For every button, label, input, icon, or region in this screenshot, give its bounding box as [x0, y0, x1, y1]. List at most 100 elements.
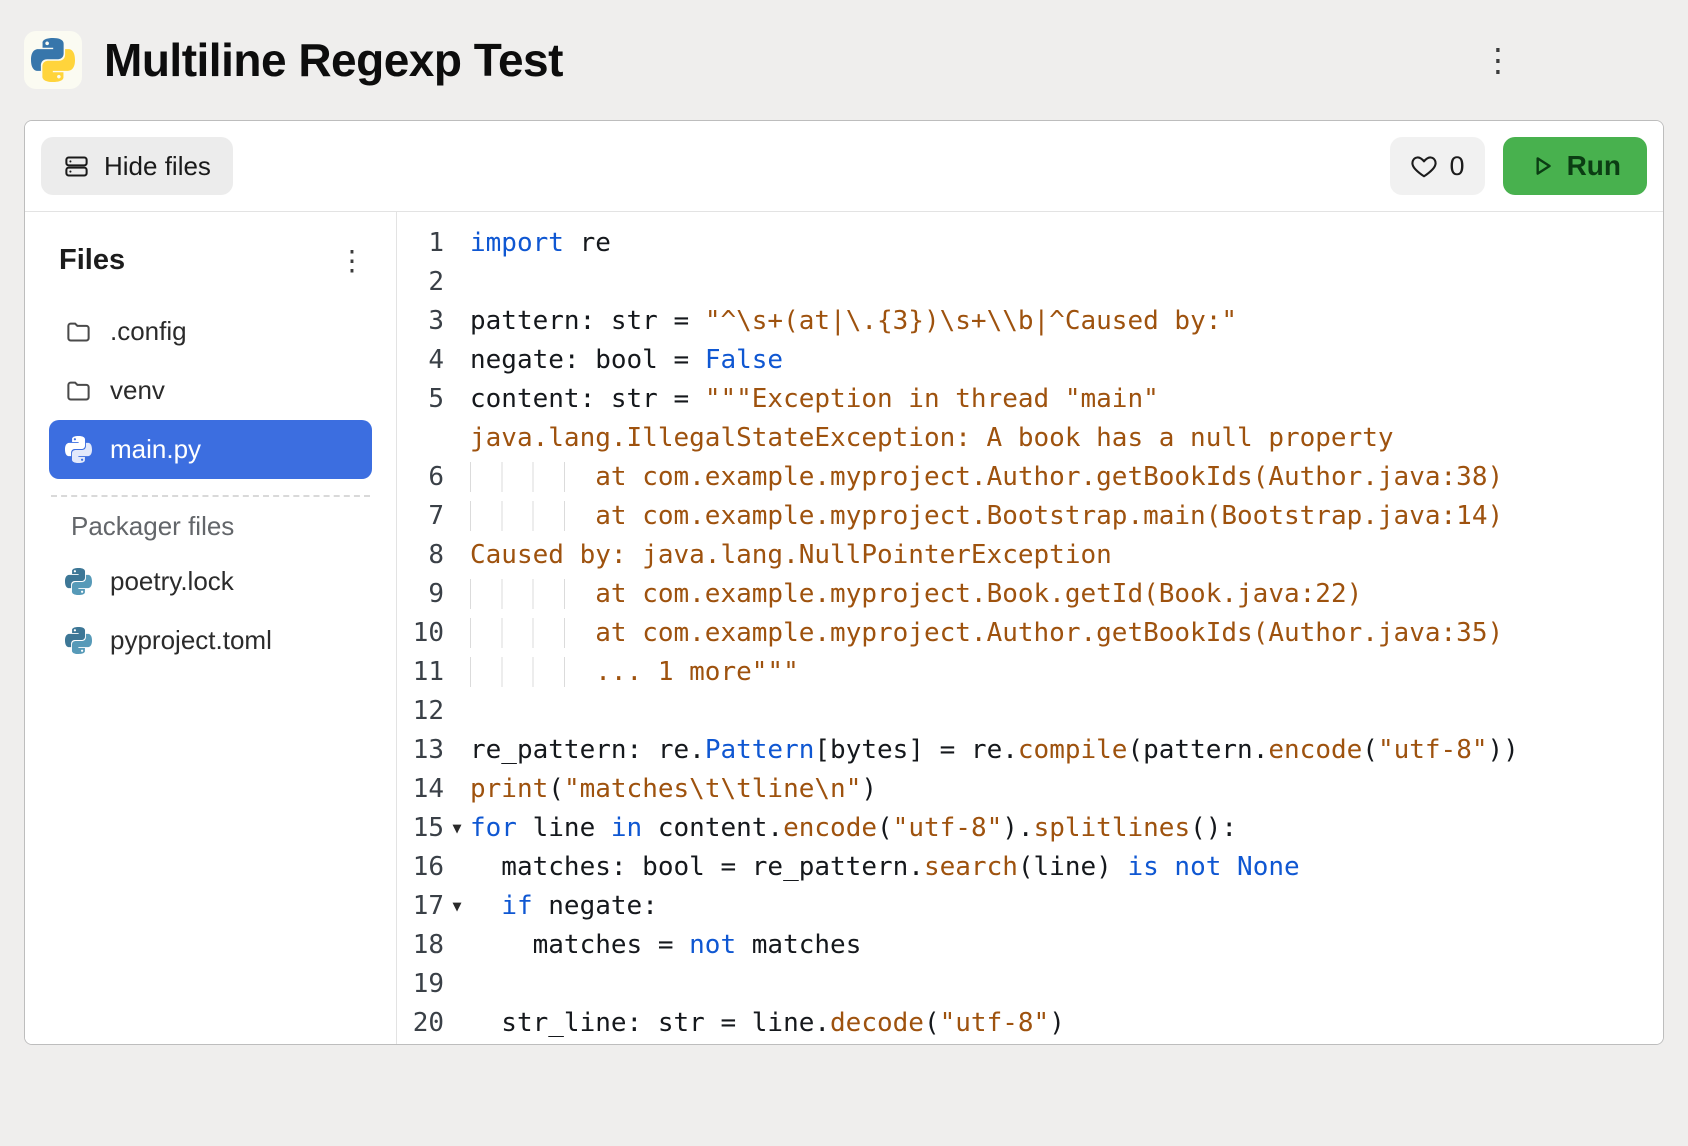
sidebar-item-poetry-lock[interactable]: poetry.lock — [49, 552, 372, 611]
code-line[interactable]: 8 Caused by: java.lang.NullPointerExcepti… — [398, 536, 1663, 575]
code-line[interactable]: 18 matches = not matches — [398, 926, 1663, 965]
hide-files-label: Hide files — [104, 151, 211, 182]
code-line[interactable]: 12 — [398, 692, 1663, 731]
run-button[interactable]: Run — [1503, 137, 1647, 195]
code-line[interactable]: 2 — [398, 263, 1663, 302]
folder-icon — [65, 377, 92, 404]
line-number: 12 — [398, 692, 444, 731]
sidebar-item-label: poetry.lock — [110, 566, 234, 597]
fold-spacer — [444, 263, 470, 302]
code-text: negate: bool = False — [470, 341, 783, 380]
header-kebab-menu-icon[interactable]: ⋮ — [1474, 36, 1522, 84]
line-number: 18 — [398, 926, 444, 965]
line-number: 15 — [398, 809, 444, 848]
code-line[interactable]: java.lang.IllegalStateException: A book … — [398, 419, 1663, 458]
files-kebab-menu-icon[interactable]: ⋮ — [332, 240, 372, 280]
python-file-icon — [65, 568, 92, 595]
play-icon — [1529, 153, 1555, 179]
fold-spacer — [444, 302, 470, 341]
sidebar-divider — [51, 495, 370, 497]
code-text: pattern: str = "^\s+(at|\.{3})\s+\\b|^Ca… — [470, 302, 1237, 341]
code-text: matches: bool = re_pattern.search(line) … — [470, 848, 1300, 887]
code-line[interactable]: 14 print("matches\t\tline\n") — [398, 770, 1663, 809]
code-line[interactable]: 15▼for line in content.encode("utf-8").s… — [398, 809, 1663, 848]
code-editor[interactable]: 1import re23pattern: str = "^\s+(at|\.{3… — [398, 212, 1663, 1044]
code-line[interactable]: 16 matches: bool = re_pattern.search(lin… — [398, 848, 1663, 887]
fold-toggle-icon[interactable]: ▼ — [444, 887, 470, 926]
run-label: Run — [1567, 150, 1621, 182]
fold-spacer — [444, 965, 470, 1004]
line-number: 14 — [398, 770, 444, 809]
code-line[interactable]: 7 at com.example.myproject.Bootstrap.mai… — [398, 497, 1663, 536]
line-number: 19 — [398, 965, 444, 1004]
fold-toggle-icon[interactable]: ▼ — [444, 809, 470, 848]
line-number — [398, 419, 444, 458]
editor-toolbar: Hide files 0 Run — [25, 121, 1663, 212]
line-number: 2 — [398, 263, 444, 302]
code-line[interactable]: 10 at com.example.myproject.Author.getBo… — [398, 614, 1663, 653]
fold-spacer — [444, 926, 470, 965]
sidebar-item-main-py[interactable]: main.py — [49, 420, 372, 479]
fold-spacer — [444, 653, 470, 692]
workspace-panel: Hide files 0 Run Files ⋮ .config — [24, 120, 1664, 1045]
code-line[interactable]: 1import re — [398, 224, 1663, 263]
fold-spacer — [444, 692, 470, 731]
folder-icon — [65, 318, 92, 345]
files-sidebar: Files ⋮ .config venv main.py Packager fi… — [25, 212, 397, 1044]
code-lines: 1import re23pattern: str = "^\s+(at|\.{3… — [398, 224, 1663, 1043]
code-line[interactable]: 5content: str = """Exception in thread "… — [398, 380, 1663, 419]
sidebar-item-pyproject-toml[interactable]: pyproject.toml — [49, 611, 372, 670]
code-text: print("matches\t\tline\n") — [470, 770, 877, 809]
sidebar-item-label: main.py — [110, 434, 201, 465]
code-line[interactable]: 11 ... 1 more""" — [398, 653, 1663, 692]
fold-spacer — [444, 380, 470, 419]
hide-files-button[interactable]: Hide files — [41, 137, 233, 195]
sidebar-item-label: .config — [110, 316, 187, 347]
line-number: 6 — [398, 458, 444, 497]
fold-spacer — [444, 497, 470, 536]
code-line[interactable]: 17▼ if negate: — [398, 887, 1663, 926]
code-text: ... 1 more""" — [470, 653, 799, 692]
sidebar-item-label: pyproject.toml — [110, 625, 272, 656]
code-line[interactable]: 9 at com.example.myproject.Book.getId(Bo… — [398, 575, 1663, 614]
line-number: 8 — [398, 536, 444, 575]
code-text: java.lang.IllegalStateException: A book … — [470, 419, 1394, 458]
fold-spacer — [444, 458, 470, 497]
code-line[interactable]: 3pattern: str = "^\s+(at|\.{3})\s+\\b|^C… — [398, 302, 1663, 341]
python-logo-icon — [24, 31, 82, 89]
line-number: 17 — [398, 887, 444, 926]
code-text: at com.example.myproject.Author.getBookI… — [470, 614, 1503, 653]
line-number: 4 — [398, 341, 444, 380]
python-file-icon — [65, 436, 92, 463]
sidebar-item-venv[interactable]: venv — [49, 361, 372, 420]
line-number: 7 — [398, 497, 444, 536]
line-number: 13 — [398, 731, 444, 770]
fold-spacer — [444, 224, 470, 263]
code-text: if negate: — [470, 887, 658, 926]
code-line[interactable]: 20 str_line: str = line.decode("utf-8") — [398, 1004, 1663, 1043]
code-text: import re — [470, 224, 611, 263]
fold-spacer — [444, 575, 470, 614]
fold-spacer — [444, 1004, 470, 1043]
fold-spacer — [444, 848, 470, 887]
python-file-icon — [65, 627, 92, 654]
line-number: 11 — [398, 653, 444, 692]
sidebar-item-label: venv — [110, 375, 165, 406]
code-text: str_line: str = line.decode("utf-8") — [470, 1004, 1065, 1043]
code-text: re_pattern: re.Pattern[bytes] = re.compi… — [470, 731, 1519, 770]
likes-count: 0 — [1450, 151, 1465, 182]
packager-files-label: Packager files — [49, 511, 372, 542]
fold-spacer — [444, 419, 470, 458]
files-title: Files — [59, 244, 125, 277]
code-text: at com.example.myproject.Bootstrap.main(… — [470, 497, 1503, 536]
line-number: 20 — [398, 1004, 444, 1043]
fold-spacer — [444, 614, 470, 653]
sidebar-item-config[interactable]: .config — [49, 302, 372, 361]
code-line[interactable]: 4 negate: bool = False — [398, 341, 1663, 380]
code-line[interactable]: 19 — [398, 965, 1663, 1004]
code-text: Caused by: java.lang.NullPointerExceptio… — [470, 536, 1112, 575]
likes-button[interactable]: 0 — [1390, 137, 1485, 195]
code-line[interactable]: 6 at com.example.myproject.Author.getBoo… — [398, 458, 1663, 497]
files-icon — [63, 153, 90, 180]
code-line[interactable]: 13 re_pattern: re.Pattern[bytes] = re.com… — [398, 731, 1663, 770]
